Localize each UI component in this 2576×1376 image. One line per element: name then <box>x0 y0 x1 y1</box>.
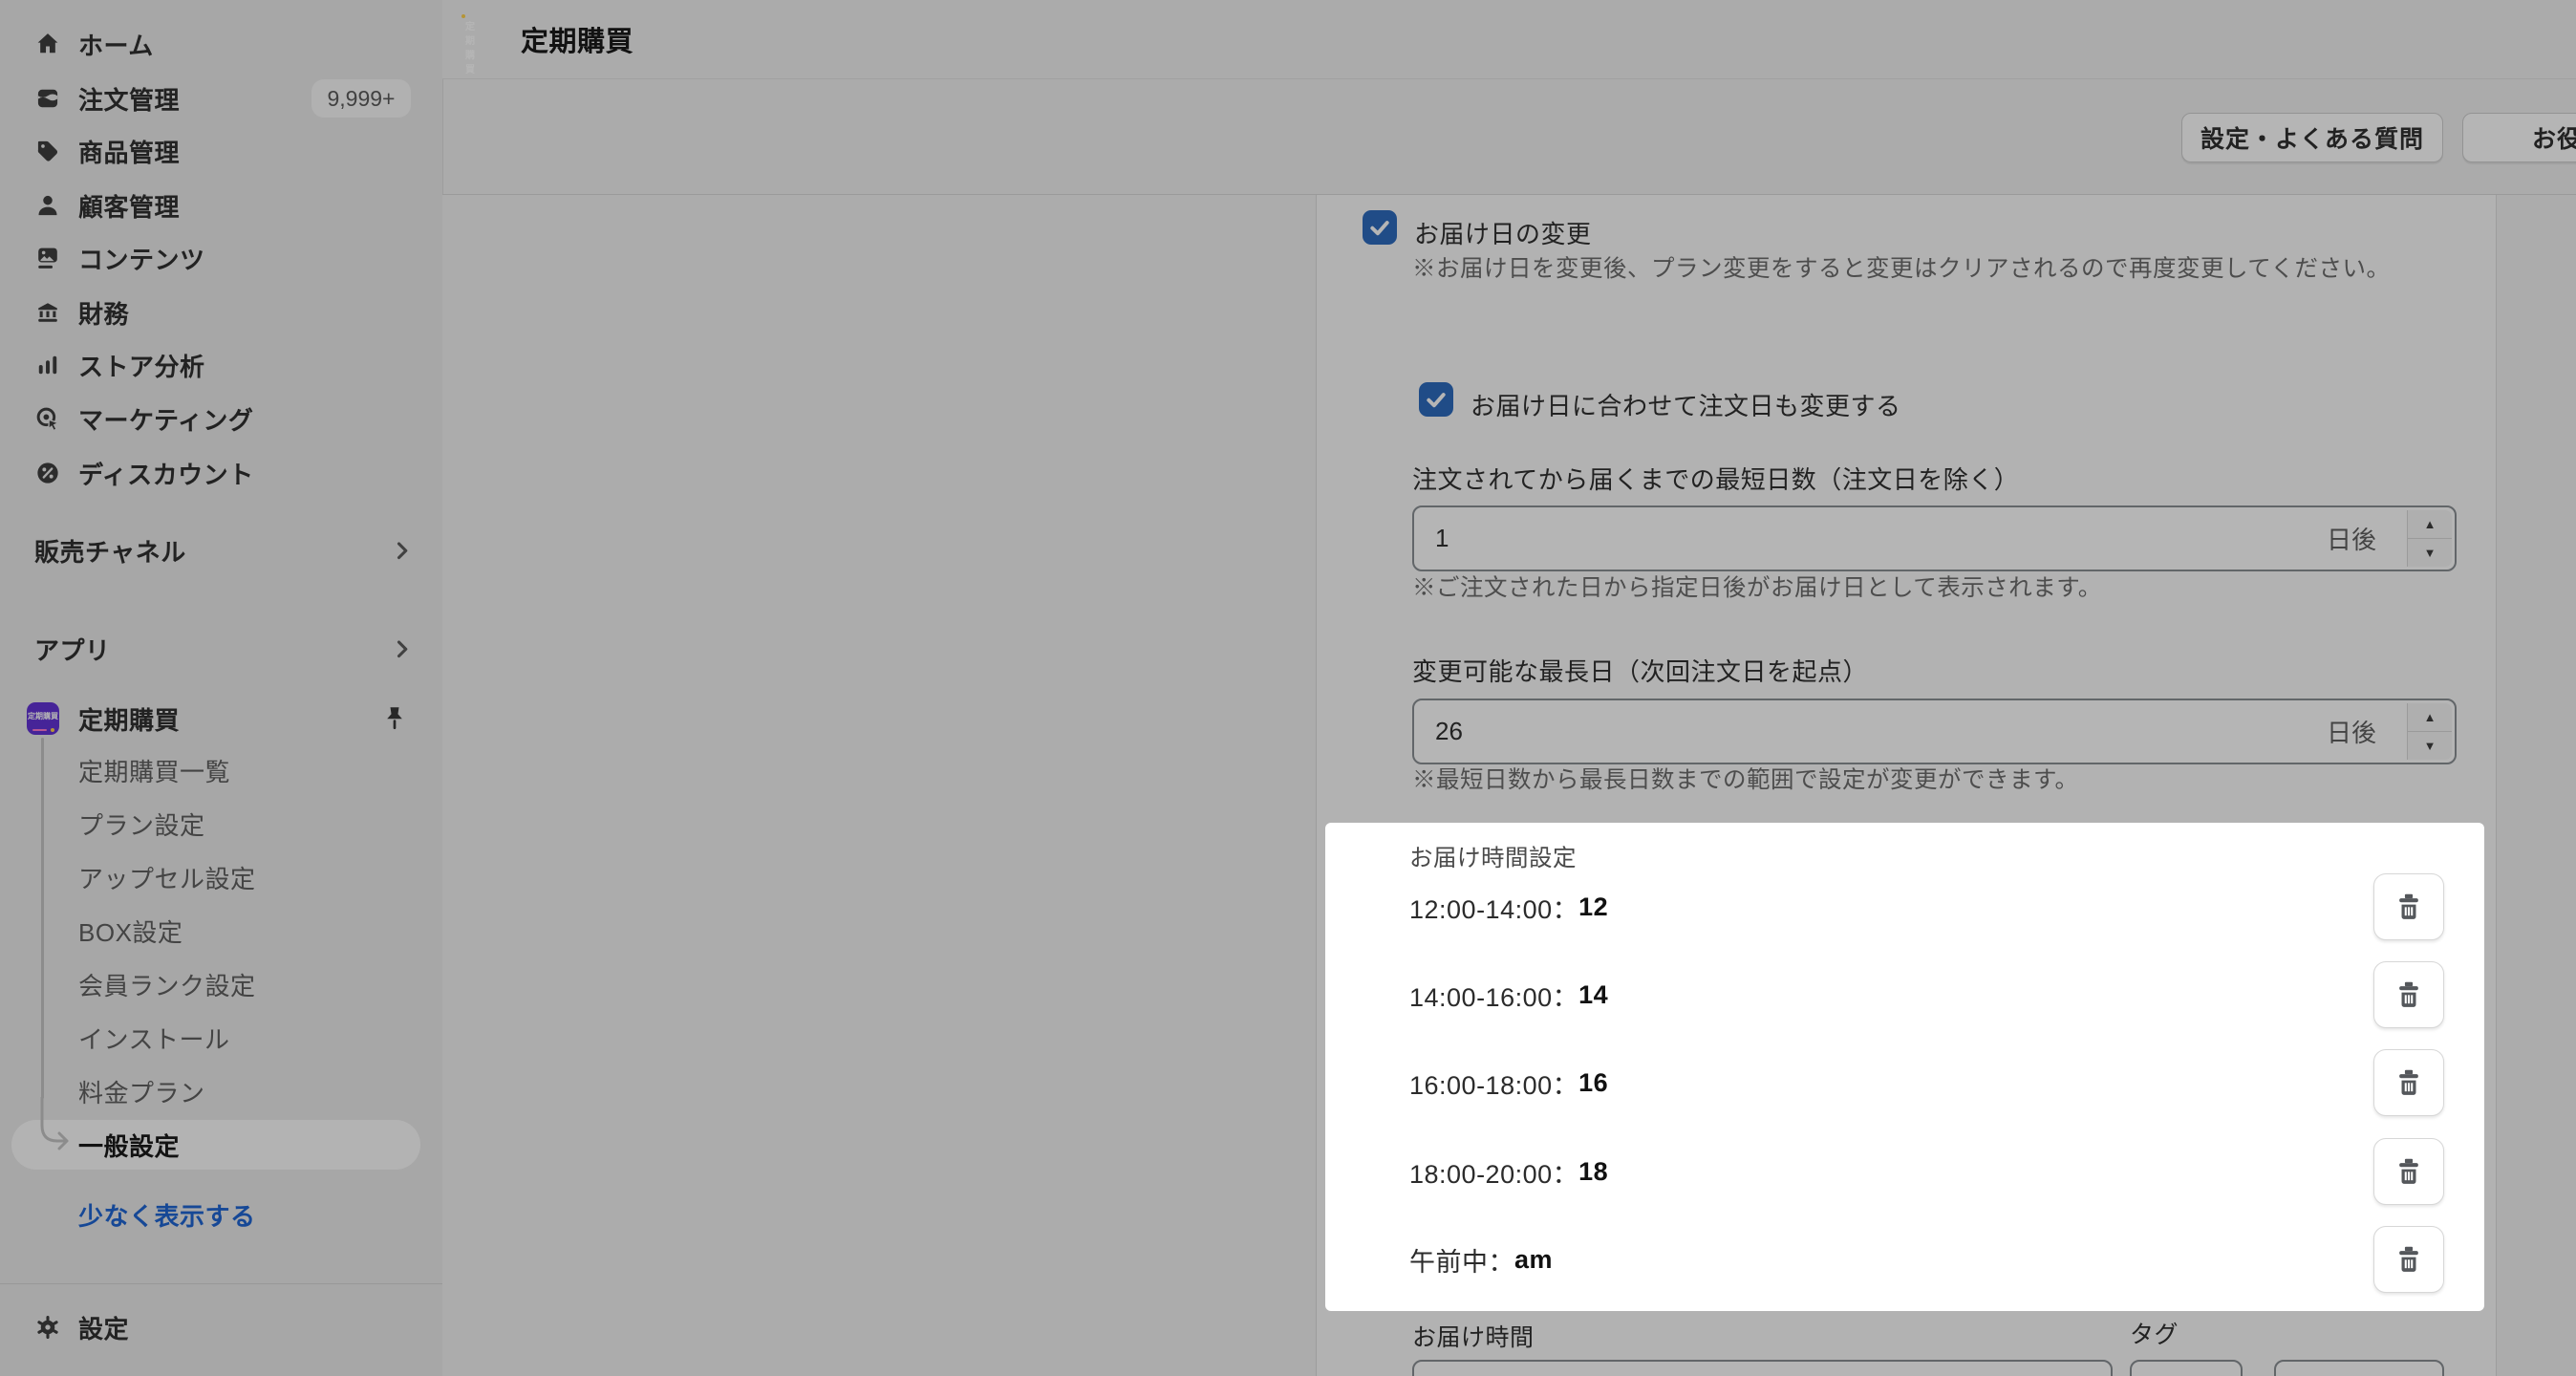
time-slot-label: 午前中： <box>1409 1241 1514 1279</box>
trash-icon <box>2393 1155 2425 1188</box>
time-slot-label: 14:00-16:00： <box>1409 977 1578 1014</box>
time-slot-value: am <box>1514 1245 1553 1275</box>
trash-icon <box>2393 978 2425 1011</box>
delete-time-slot-button[interactable] <box>2373 1226 2444 1293</box>
delete-time-slot-button[interactable] <box>2373 873 2444 940</box>
app-window: ホーム 注文管理 9,999+ 商品管理 顧客管理 コンテンツ 財務 ストア分析 <box>0 0 2576 1376</box>
time-slot-row: 午前中：am <box>1325 1226 2484 1293</box>
time-slot-row: 12:00-14:00：12 <box>1325 873 2484 940</box>
trash-icon <box>2393 1066 2425 1099</box>
time-slot-label: 16:00-18:00： <box>1409 1064 1578 1102</box>
time-slot-row: 16:00-18:00：16 <box>1325 1049 2484 1116</box>
trash-icon <box>2393 891 2425 923</box>
delivery-time-settings-panel: お届け時間設定 12:00-14:00：12 14:00-16:00：14 16… <box>1325 823 2484 1311</box>
time-slot-row: 18:00-20:00：18 <box>1325 1138 2484 1205</box>
delete-time-slot-button[interactable] <box>2373 1138 2444 1205</box>
time-slot-label: 12:00-14:00： <box>1409 889 1578 926</box>
delete-time-slot-button[interactable] <box>2373 1049 2444 1116</box>
delete-time-slot-button[interactable] <box>2373 961 2444 1028</box>
trash-icon <box>2393 1243 2425 1276</box>
time-slot-row: 14:00-16:00：14 <box>1325 961 2484 1028</box>
time-slot-value: 16 <box>1578 1068 1608 1098</box>
panel-title: お届け時間設定 <box>1409 840 1577 873</box>
time-slot-value: 14 <box>1578 980 1608 1010</box>
time-slot-value: 18 <box>1578 1157 1608 1187</box>
time-slot-value: 12 <box>1578 892 1608 922</box>
time-slot-label: 18:00-20:00： <box>1409 1153 1578 1191</box>
